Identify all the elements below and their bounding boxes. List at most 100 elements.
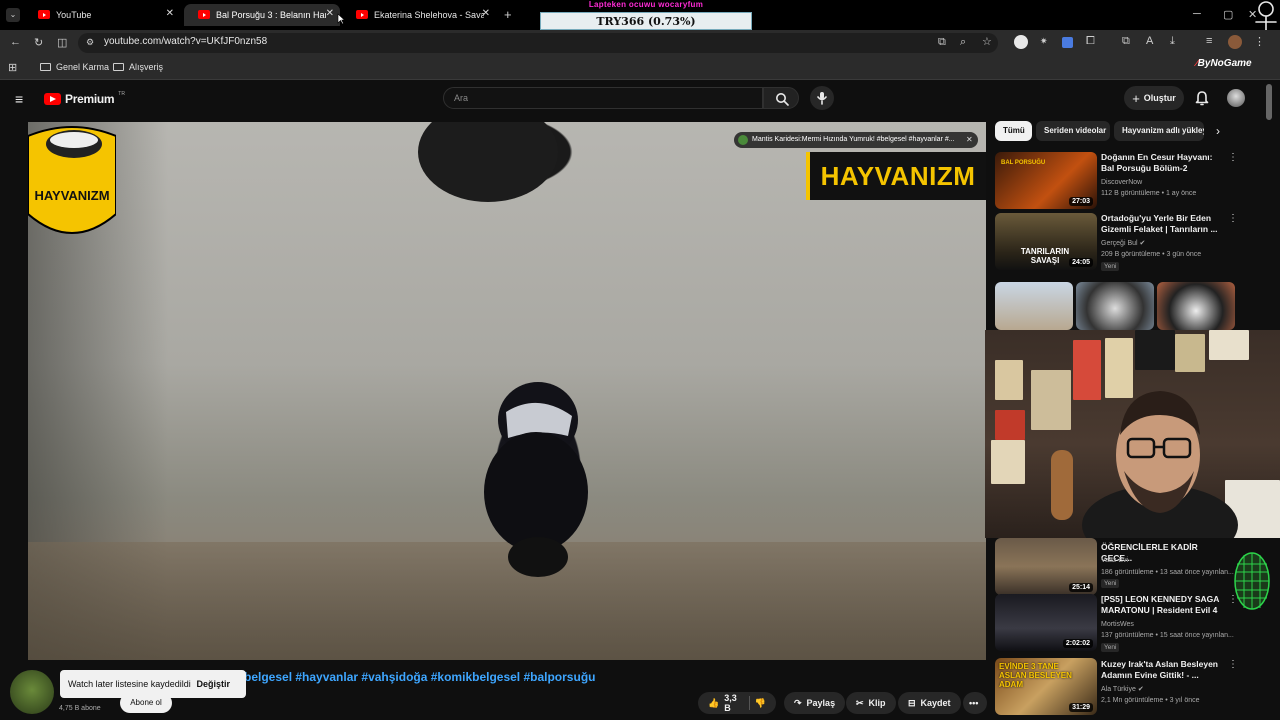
rec-meta: 137 görüntüleme • 15 saat önce yayınlan.… [1101,632,1234,639]
close-tab-icon[interactable]: ✕ [166,8,174,19]
chip-hayvanizm[interactable]: Hayvanizm adlı yükleyici [1114,121,1204,141]
clip-button[interactable]: ✂ Klip [846,692,896,714]
site-info-icon[interactable]: ⚙ [86,37,94,48]
rec-channel[interactable]: MortisWes [1101,619,1236,630]
extension-icon[interactable] [1014,35,1028,49]
search-icon [776,93,789,106]
rec-menu-icon[interactable]: ⋮ [1228,152,1238,163]
rec-thumbnail[interactable]: EVİNDE 3 TANE ASLAN BESLEYEN ADAM 31:29 [995,658,1097,715]
create-button[interactable]: + Oluştur [1124,86,1184,110]
folder-icon [40,63,51,71]
profile-avatar[interactable] [1228,35,1242,49]
rec-title[interactable]: Doğanın En Cesur Hayvanı: Bal Porsuğu Bö… [1101,152,1226,174]
hayvanizm-badge-logo: HAYVANIZM [28,126,116,234]
hamburger-menu-icon[interactable]: ≡ [15,91,23,107]
account-avatar[interactable] [1227,89,1245,107]
rec-title[interactable]: Ortadoğu'yu Yerle Bir Eden Gizemli Felak… [1101,213,1226,235]
share-button[interactable]: ↷ Paylaş [784,692,846,714]
video-hashtags[interactable]: belgesel #hayvanlar #vahşidoğa #komikbel… [244,670,595,684]
tab-search-button[interactable]: ⌄ [6,8,20,22]
search-input[interactable]: Ara [443,87,763,109]
mouse-cursor-icon [337,13,345,25]
save-button[interactable]: ⊟ Kaydet [898,692,961,714]
thumbs-down-icon[interactable]: 👎 [755,698,766,709]
channel-avatar[interactable] [10,670,54,714]
save-playlist-icon: ⊟ [908,697,916,708]
page-scrollbar[interactable] [1266,84,1272,120]
rec-thumbnail[interactable]: 2:02:02 [995,594,1097,651]
side-panel-icon[interactable]: ◫ [57,36,67,49]
rec-meta: 2,1 Mn görüntüleme • 3 yıl önce [1101,697,1200,704]
extension-icon[interactable]: ✷ [1040,36,1048,47]
toast-change-button[interactable]: Değiştir [196,679,230,689]
rec-menu-icon[interactable]: ⋮ [1228,213,1238,224]
honey-badger-figure [484,382,588,577]
chevron-right-icon[interactable]: › [1216,124,1220,138]
rec-channel[interactable]: Gerçeği Bul ✔ [1101,238,1236,249]
search-button[interactable] [763,87,799,109]
minimize-icon[interactable]: ─ [1193,8,1201,20]
notifications-bell-icon[interactable] [1195,90,1209,106]
close-overlay-icon[interactable]: ✕ [966,135,973,144]
subscribe-button[interactable]: Abone ol [120,693,172,713]
more-icon: ••• [969,698,979,708]
zoom-icon[interactable]: ⌕ [960,36,966,49]
like-button[interactable]: 👍 3,3 B 👎 [698,692,776,714]
new-tab-button[interactable]: + [504,7,512,22]
tab-youtube[interactable]: YouTube ✕ [24,4,180,26]
tab-ekaterina[interactable]: Ekaterina Shelehova - Savage D ✕ [342,4,496,26]
reading-list-icon[interactable]: ≡ [1206,35,1212,47]
rec-menu-icon[interactable]: ⋮ [1228,659,1238,670]
voice-search-button[interactable] [810,86,834,110]
more-actions-button[interactable]: ••• [963,692,987,714]
close-tab-icon[interactable]: ✕ [326,8,334,19]
streamer-webcam [985,330,1280,538]
shorts-thumbnail[interactable] [995,282,1073,330]
video-suggestion-overlay[interactable]: Mantis Karidesi:Mermi Hızında Yumruk! #b… [734,132,978,148]
bookmark-genel-karma[interactable]: Genel Karma [40,62,109,72]
shorts-thumbnail[interactable] [1076,282,1154,330]
rec-meta: 112 B görüntüleme • 1 ay önce [1101,190,1197,197]
new-badge: Yeni [1101,262,1120,271]
tab-bal-porsugu[interactable]: Bal Porsuğu 3 : Belanın Ham Ma ✕ [184,4,340,26]
rec-channel[interactable]: DiscoverNow [1101,177,1236,188]
channel-avatar-icon [738,135,748,145]
verified-icon: ✔ [1139,240,1146,247]
rec-channel[interactable]: Ala Türkiye ✔ [1101,684,1236,695]
translate-icon[interactable] [1062,37,1073,48]
bookmarks-bar [0,56,1280,80]
extensions-puzzle-icon[interactable]: ⧠ [1086,35,1095,48]
rec-thumbnail[interactable]: TANRILARIN SAVAŞI 24:05 [995,213,1097,270]
url-text: youtube.com/watch?v=UKfJF0nzn58 [104,36,268,47]
hayvanizm-banner: HAYVANIZM [806,152,986,200]
browser-menu-icon[interactable]: ⋮ [1254,35,1265,48]
shorts-thumbnail[interactable] [1157,282,1235,330]
youtube-premium-logo[interactable]: Premium TR [44,91,125,106]
bookmark-star-icon[interactable]: ☆ [982,35,992,48]
rec-title[interactable]: Kuzey Irak'ta Aslan Besleyen Adamın Evin… [1101,659,1226,681]
rec-thumbnail[interactable]: 25:14 [995,538,1097,595]
language-icon[interactable]: A [1146,35,1153,47]
stream-overlay-banner: TRY366 (0.73%) [540,12,752,30]
apps-grid-icon[interactable]: ⊞ [8,61,17,74]
bynogame-watermark: ⁄ByNoGame [1196,58,1252,69]
cast-icon[interactable]: ⧉ [938,36,946,49]
video-player[interactable] [28,122,986,660]
rec-channel[interactable]: Vaaz Evi [1101,555,1236,566]
chip-seriden-videolar[interactable]: Seriden videolar [1036,121,1110,141]
youtube-logo-icon [44,93,61,105]
youtube-favicon-icon [198,10,210,19]
chip-tumu[interactable]: Tümü [995,121,1032,141]
download-icon[interactable]: ⤓ [1170,35,1175,48]
close-tab-icon[interactable]: ✕ [482,8,490,19]
youtube-favicon-icon [38,10,50,19]
reload-icon[interactable]: ↻ [34,36,43,49]
bookmark-alisveris[interactable]: Alışveriş [113,62,163,72]
tab-group-icon[interactable]: ⧉ [1122,35,1130,48]
back-arrow-icon[interactable]: ← [10,36,21,48]
rec-thumbnail[interactable]: BAL PORSUĞU 27:03 [995,152,1097,209]
verified-icon: ✔ [1137,686,1144,693]
rec-title[interactable]: [PS5] LEON KENNEDY SAGA MARATONU | Resid… [1101,594,1226,616]
rec-meta: 209 B görüntüleme • 3 gün önce [1101,251,1202,258]
maximize-icon[interactable]: ▢ [1223,8,1233,21]
